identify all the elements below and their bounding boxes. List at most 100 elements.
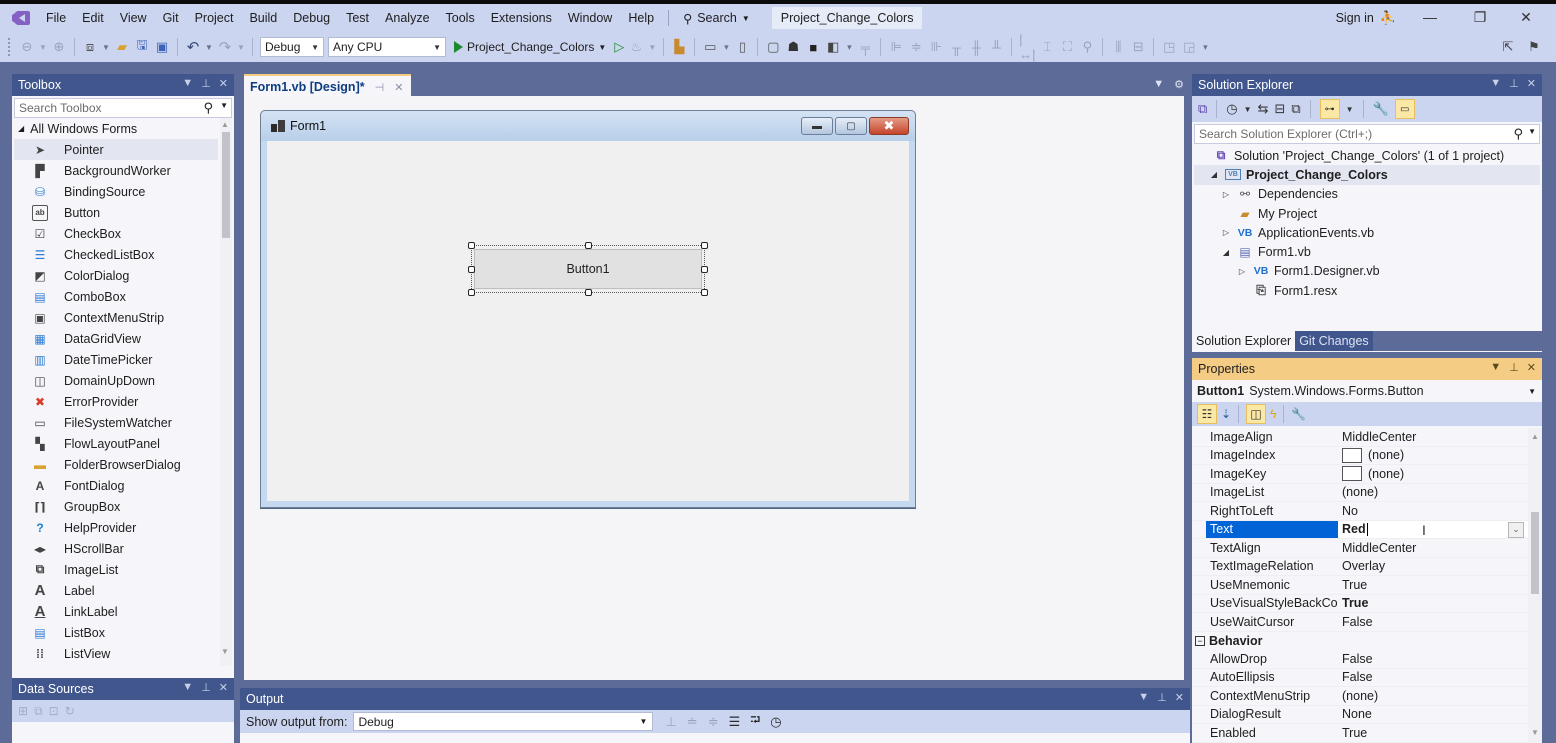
scroll-down-icon[interactable]: ▼ bbox=[1531, 728, 1539, 737]
pending-changes-filter-icon[interactable]: ◷ bbox=[1226, 101, 1237, 117]
toolbox-item-listbox[interactable]: ▤ ListBox bbox=[14, 622, 218, 643]
toolbox-item-datagridview[interactable]: ▦ DataGridView bbox=[14, 328, 218, 349]
property-value[interactable]: True bbox=[1338, 724, 1528, 742]
close-icon[interactable]: ✕ bbox=[1175, 691, 1184, 704]
toolbar-overflow-icon[interactable]: ▾ bbox=[1201, 39, 1209, 55]
resize-handle-left[interactable] bbox=[468, 266, 475, 273]
property-value[interactable]: (none) bbox=[1338, 447, 1528, 465]
close-window-button[interactable]: ✕ bbox=[1516, 9, 1536, 26]
toggle-word-wrap-icon[interactable]: ⮒ bbox=[750, 711, 760, 733]
search-button[interactable]: ⚲ Search ▼ bbox=[675, 11, 758, 26]
close-icon[interactable]: ✕ bbox=[1527, 77, 1536, 90]
property-pages-wrench-icon[interactable]: 🔧 bbox=[1291, 407, 1306, 421]
go-to-previous-message-icon[interactable]: ≐ bbox=[687, 714, 698, 730]
tab-git-changes[interactable]: Git Changes bbox=[1295, 331, 1373, 351]
property-value[interactable]: No bbox=[1338, 502, 1528, 520]
align-bottoms-icon[interactable]: ╨ bbox=[988, 39, 1004, 55]
window-position-icon[interactable]: ▼ bbox=[182, 77, 193, 90]
property-value[interactable]: False bbox=[1338, 650, 1528, 668]
properties-wrench-icon[interactable]: 🔧 bbox=[1373, 101, 1389, 117]
property-value[interactable]: False bbox=[1338, 669, 1528, 687]
undo-icon[interactable]: ↶ bbox=[185, 39, 201, 56]
toolbox-item-datetimepicker[interactable]: ▥ DateTimePicker bbox=[14, 349, 218, 370]
clear-all-icon[interactable]: ☰ bbox=[729, 714, 741, 730]
tree-item[interactable]: ▰ My Project bbox=[1194, 204, 1540, 223]
find-message-icon[interactable]: ⊥ bbox=[665, 714, 676, 730]
zoom-icon[interactable]: ⚲ bbox=[1079, 39, 1095, 55]
property-row-imagealign[interactable]: ImageAlign MiddleCenter bbox=[1192, 428, 1528, 447]
resize-handle-right[interactable] bbox=[701, 266, 708, 273]
property-value[interactable]: (none) bbox=[1338, 484, 1528, 502]
toolbox-item-errorprovider[interactable]: ✖ ErrorProvider bbox=[14, 391, 218, 412]
toolbox-item-folderbrowserdialog[interactable]: ▬ FolderBrowserDialog bbox=[14, 454, 218, 475]
output-source-select[interactable]: Debug ▼ bbox=[353, 712, 654, 731]
toolbar-overflow-icon[interactable]: ▾ bbox=[845, 39, 853, 55]
search-icon[interactable]: ⚲ bbox=[1513, 126, 1523, 142]
property-value[interactable]: MiddleCenter bbox=[1338, 428, 1528, 446]
align-to-grid-icon[interactable]: ╤ bbox=[857, 39, 873, 55]
toolbox-item-contextmenustrip[interactable]: ▣ ContextMenuStrip bbox=[14, 307, 218, 328]
menu-debug[interactable]: Debug bbox=[285, 11, 338, 25]
form1-client-area[interactable]: Button1 bbox=[267, 141, 909, 501]
size-to-grid-icon[interactable]: ⛶ bbox=[1059, 39, 1075, 55]
resize-handle-bottom[interactable] bbox=[585, 289, 592, 296]
properties-view-icon[interactable]: ◫ bbox=[1246, 404, 1267, 424]
property-value[interactable]: True bbox=[1338, 595, 1528, 613]
toolbox-item-label[interactable]: A Label bbox=[14, 580, 218, 601]
property-value[interactable]: (none) bbox=[1338, 687, 1528, 705]
scroll-down-icon[interactable]: ▼ bbox=[221, 647, 229, 656]
hot-reload-icon[interactable]: ♨ bbox=[628, 39, 644, 55]
menu-view[interactable]: View bbox=[112, 11, 155, 25]
window-layout-icon[interactable]: ▭ bbox=[702, 39, 718, 55]
toolbox-item-colordialog[interactable]: ◩ ColorDialog bbox=[14, 265, 218, 286]
property-value[interactable]: (none) bbox=[1338, 465, 1528, 483]
resize-handle-top-right[interactable] bbox=[701, 242, 708, 249]
property-row-autoellipsis[interactable]: AutoEllipsis False bbox=[1192, 668, 1528, 687]
property-value[interactable]: Overlay bbox=[1338, 558, 1528, 576]
toolbox-item-helpprovider[interactable]: ? HelpProvider bbox=[14, 517, 218, 538]
navigate-forward-icon[interactable]: ⊕ bbox=[51, 39, 67, 55]
close-icon[interactable]: ✕ bbox=[1527, 361, 1536, 374]
categorized-icon[interactable]: ☷ bbox=[1197, 404, 1217, 424]
toolbox-item-combobox[interactable]: ▤ ComboBox bbox=[14, 286, 218, 307]
value-dropdown-button[interactable]: ⌄ bbox=[1508, 521, 1524, 538]
window-position-icon[interactable]: ▼ bbox=[1490, 77, 1501, 90]
center-vertically-icon[interactable]: ⊟ bbox=[1130, 39, 1146, 55]
menu-window[interactable]: Window bbox=[560, 11, 620, 25]
start-debugging-button[interactable]: Project_Change_Colors ▼ bbox=[450, 40, 610, 54]
show-timestamps-icon[interactable]: ◷ bbox=[770, 714, 781, 730]
settings-gear-icon[interactable]: ⚙ bbox=[1174, 78, 1184, 91]
menu-build[interactable]: Build bbox=[241, 11, 285, 25]
resize-handle-top-left[interactable] bbox=[468, 242, 475, 249]
restore-button[interactable]: ❐ bbox=[1470, 9, 1490, 26]
chevron-down-icon[interactable]: ▼ bbox=[1346, 105, 1354, 114]
redo-icon[interactable]: ↷ bbox=[217, 39, 233, 56]
chevron-down-icon[interactable]: ▼ bbox=[220, 101, 228, 110]
preview-selected-items-icon[interactable]: ⊶ bbox=[1319, 99, 1340, 119]
property-grid-scrollbar[interactable]: ▲ ▼ bbox=[1528, 428, 1542, 743]
search-icon[interactable]: ⚲ bbox=[203, 100, 213, 116]
terminal-icon[interactable]: ■ bbox=[805, 39, 821, 55]
expand-arrow-icon[interactable]: ▷ bbox=[1236, 267, 1248, 276]
align-lefts-icon[interactable]: ⊫ bbox=[888, 39, 904, 55]
refresh-icon[interactable]: ↻ bbox=[65, 704, 75, 718]
alphabetical-icon[interactable]: ⇣ bbox=[1221, 407, 1231, 421]
window-position-icon[interactable]: ▼ bbox=[1490, 361, 1501, 374]
bring-to-front-icon[interactable]: ◳ bbox=[1161, 39, 1177, 55]
tree-item[interactable]: ▷ ⚯ Dependencies bbox=[1194, 185, 1540, 204]
solution-explorer-search-input[interactable]: Search Solution Explorer (Ctrl+;) ⚲ ▼ bbox=[1194, 124, 1540, 144]
tree-item[interactable]: ⧉ Solution 'Project_Change_Colors' (1 of … bbox=[1194, 146, 1540, 165]
go-to-next-message-icon[interactable]: ≑ bbox=[708, 714, 719, 730]
toolbox-item-bindingsource[interactable]: ⛁ BindingSource bbox=[14, 181, 218, 202]
chevron-down-icon[interactable]: ▼ bbox=[1244, 105, 1252, 114]
save-all-icon[interactable]: ▣ bbox=[154, 39, 170, 55]
toggle-preview-icon[interactable]: ▭ bbox=[1394, 99, 1415, 119]
window-position-icon[interactable]: ▼ bbox=[1138, 691, 1149, 704]
navigate-back-icon[interactable]: ⊖ bbox=[19, 39, 35, 55]
pin-icon[interactable]: ⊥ bbox=[1509, 77, 1519, 90]
toolbox-item-linklabel[interactable]: A LinkLabel bbox=[14, 601, 218, 622]
find-in-files-icon[interactable]: ▙ bbox=[671, 39, 687, 55]
menu-help[interactable]: Help bbox=[620, 11, 662, 25]
property-row-imagelist[interactable]: ImageList (none) bbox=[1192, 483, 1528, 502]
collapse-arrow-icon[interactable]: ◢ bbox=[1220, 248, 1232, 257]
